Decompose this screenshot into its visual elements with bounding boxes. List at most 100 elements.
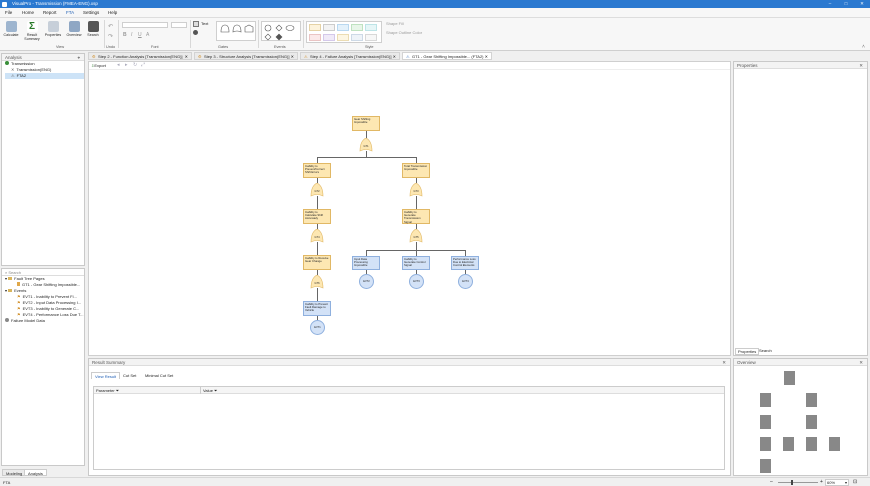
style-swatch[interactable] (337, 34, 349, 41)
refresh-icon[interactable]: ↻ (133, 62, 137, 68)
tab-analysis[interactable]: Analysis (24, 469, 47, 476)
close-panel-icon[interactable]: ✕ (722, 359, 726, 366)
fit-page-icon[interactable]: ⊡ (853, 479, 857, 485)
style-swatch[interactable] (323, 34, 335, 41)
basic-event-node-b3[interactable]: Performance Loss Due to Electrical Contr… (451, 256, 479, 270)
col-value[interactable]: Value ⏷ (203, 388, 217, 393)
font-color-icon[interactable]: A (146, 32, 149, 38)
zoom-slider[interactable] (778, 482, 818, 483)
basic-event-icon[interactable] (264, 24, 272, 32)
doc-tab-step3[interactable]: ⚙ Step 3 - Structure Analysis [Transmissi… (194, 52, 298, 60)
menu-report[interactable]: Report (43, 10, 57, 15)
tab-search[interactable]: Search (757, 348, 774, 353)
style-gallery[interactable] (306, 21, 382, 43)
font-family-select[interactable] (122, 22, 168, 28)
tree-item-failure-model-data[interactable]: Failure Model Data (5, 318, 84, 324)
close-tab-icon[interactable]: ✕ (485, 53, 488, 61)
or-gate-gt5[interactable]: GT5 (409, 229, 423, 243)
zoom-slider-thumb[interactable] (791, 480, 793, 485)
nav-forward-icon[interactable]: ▸ (125, 62, 128, 68)
menu-settings[interactable]: Settings (83, 10, 99, 15)
style-swatch[interactable] (351, 34, 363, 41)
minimize-button[interactable]: – (822, 0, 838, 8)
doc-tab-step2[interactable]: ⚙ Step 2 - Function Analysis [Transmissio… (88, 52, 192, 60)
overview-button[interactable]: Overview (64, 20, 84, 40)
filter-icon[interactable]: ⏷ (116, 388, 119, 393)
basic-event-circle-evt2[interactable]: EVT2 (359, 274, 374, 289)
undo-icon[interactable]: ↶ (108, 23, 113, 30)
pin-icon[interactable]: ⌖ (77, 54, 80, 61)
tab-cut-set[interactable]: Cut Set (120, 372, 139, 379)
nav-back-icon[interactable]: ◂ (117, 62, 120, 68)
text-tool-label[interactable]: Text (201, 21, 208, 26)
export-button[interactable]: ⇩Export (91, 63, 106, 68)
style-swatch[interactable] (323, 24, 335, 31)
close-tab-icon[interactable]: ✕ (291, 53, 294, 61)
inhibit-gate-icon[interactable] (244, 24, 254, 33)
close-button[interactable]: ✕ (854, 0, 870, 8)
zoom-out-icon[interactable]: – (770, 479, 773, 485)
font-size-select[interactable] (171, 22, 187, 28)
basic-event-circle-evt3[interactable]: EVT3 (409, 274, 424, 289)
doc-tab-step4[interactable]: ⚠ Step 4 - Failure Analysis [Transmission… (300, 52, 400, 60)
or-gate-icon[interactable] (232, 24, 242, 33)
basic-event-node-b1[interactable]: Input Data Processing Impossible (352, 256, 380, 270)
italic-icon[interactable]: I (131, 32, 132, 38)
basic-event-circle-evt4[interactable]: EVT4 (458, 274, 473, 289)
result-summary-button[interactable]: Σ Result Summary (22, 20, 42, 41)
close-tab-icon[interactable]: ✕ (393, 53, 396, 61)
event-node-left2[interactable]: Inability to Calculate Shift Accurately (303, 209, 331, 224)
or-gate-gt6[interactable]: GT6 (310, 275, 324, 289)
event-node-left1[interactable]: Inability to Prevent/Correct Shift Error… (303, 163, 331, 178)
event-node-left3[interactable]: Inability to Receive Gear Change (303, 255, 331, 270)
style-swatch[interactable] (309, 34, 321, 41)
tab-properties[interactable]: Properties (735, 348, 760, 355)
top-event-node[interactable]: Gear Shifting Impossible (352, 116, 380, 131)
layout-icon[interactable]: ⤢ (141, 62, 145, 68)
properties-button[interactable]: Properties (43, 20, 63, 40)
menu-file[interactable]: File (5, 10, 12, 15)
menu-fta[interactable]: FTA (66, 10, 74, 15)
undeveloped-event-icon[interactable] (275, 24, 283, 32)
event-node-right1[interactable]: Total Transmission Impossible (402, 163, 430, 178)
style-swatch[interactable] (365, 34, 377, 41)
and-gate-icon[interactable] (220, 24, 230, 33)
search-input[interactable]: ⌕ Search (2, 269, 84, 276)
basic-event-circle-evt1[interactable]: EVT1 (310, 320, 325, 335)
transfer-event-icon[interactable] (264, 33, 272, 41)
overview-minimap[interactable] (736, 367, 866, 475)
col-parameter[interactable]: Parameter ⏷ (96, 388, 119, 393)
basic-event-node-b2[interactable]: Inability to Generate Control Signal (402, 256, 430, 270)
tab-view-result[interactable]: View Result (91, 372, 121, 379)
tab-minimal-cut-set[interactable]: Minimal Cut Set (142, 372, 176, 379)
basic-event-node-left4[interactable]: Inability to Prevent Fault Damage to Veh… (303, 301, 331, 316)
redo-icon[interactable]: ↷ (108, 33, 113, 40)
style-swatch[interactable] (309, 24, 321, 31)
collapse-ribbon-icon[interactable]: ˄ (862, 44, 865, 50)
underline-icon[interactable]: U (138, 32, 142, 38)
or-gate-gt3[interactable]: GT3 (409, 183, 423, 197)
or-gate-gt1[interactable]: GT1 (359, 138, 373, 152)
style-swatch[interactable] (351, 24, 363, 31)
tab-modeling[interactable]: Modeling (2, 469, 27, 476)
close-tab-icon[interactable]: ✕ (185, 53, 188, 61)
shape-outline-button[interactable]: Shape Outline Color (386, 30, 422, 35)
diagram-canvas[interactable]: ⇩Export ◂ ▸ ↻ ⤢ Gear Shifting Impossible… (88, 61, 731, 356)
style-swatch[interactable] (337, 24, 349, 31)
calculate-button[interactable]: Calculate (1, 20, 21, 40)
doc-tab-gt1[interactable]: ⚠ GT1 - Gear Shifting Impossible... (FTA2… (402, 52, 492, 60)
event-node-right2[interactable]: Inability to Generate Transmission Signa… (402, 209, 430, 224)
zoom-in-icon[interactable]: + (820, 479, 823, 485)
house-event-icon[interactable] (275, 33, 283, 41)
text-tool-icon[interactable] (193, 21, 199, 27)
zoom-level-select[interactable]: 60% ▾ (825, 479, 849, 486)
menu-help[interactable]: Help (108, 10, 117, 15)
conditioning-event-icon[interactable] (285, 25, 295, 31)
maximize-button[interactable]: □ (838, 0, 854, 8)
or-gate-gt2[interactable]: GT2 (310, 183, 324, 197)
menu-home[interactable]: Home (22, 10, 34, 15)
pointer-tool-icon[interactable] (193, 30, 198, 35)
style-swatch[interactable] (365, 24, 377, 31)
filter-icon[interactable]: ⏷ (214, 388, 217, 393)
close-panel-icon[interactable]: ✕ (859, 359, 863, 366)
